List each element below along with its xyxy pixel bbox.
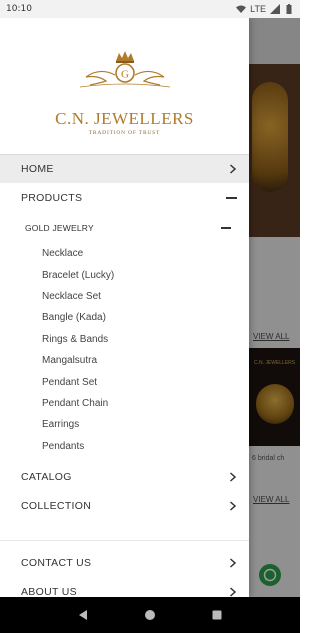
menu-item-home[interactable]: HOME — [0, 154, 249, 183]
network-type: LTE — [250, 4, 266, 14]
nav-back-icon[interactable] — [77, 609, 89, 621]
menu-label: PRODUCTS — [21, 191, 83, 204]
submenu-item-necklace[interactable]: Necklace — [0, 243, 249, 264]
svg-text:G: G — [121, 68, 129, 80]
menu-item-catalog[interactable]: CATALOG — [0, 463, 249, 492]
menu-label: COLLECTION — [21, 500, 92, 513]
status-icons: LTE — [236, 4, 294, 14]
submenu-gold-jewelry[interactable]: GOLD JEWELRY — [0, 212, 249, 243]
signal-icon — [270, 4, 280, 14]
submenu-item-pendant-set[interactable]: Pendant Set — [0, 371, 249, 392]
nav-home-icon[interactable] — [144, 609, 156, 621]
submenu-item-mangalsutra[interactable]: Mangalsutra — [0, 350, 249, 371]
brand-logo-emblem: G — [79, 50, 170, 87]
submenu-item-bracelet[interactable]: Bracelet (Lucky) — [0, 264, 249, 285]
battery-icon — [286, 4, 292, 14]
minus-icon — [221, 226, 231, 229]
submenu-label: GOLD JEWELRY — [25, 222, 94, 233]
submenu-item-necklace-set[interactable]: Necklace Set — [0, 286, 249, 307]
brand-name: C.N. JEWELLERS — [55, 108, 194, 128]
submenu-item-pendant-chain[interactable]: Pendant Chain — [0, 393, 249, 414]
submenu-item-rings-bands[interactable]: Rings & Bands — [0, 329, 249, 350]
system-navigation-bar — [0, 597, 300, 633]
navigation-drawer: G C.N. JEWELLERS TRADITION OF TRUST HOME… — [0, 18, 249, 597]
menu-label: HOME — [21, 163, 54, 175]
brand-logo: G C.N. JEWELLERS TRADITION OF TRUST — [0, 18, 249, 154]
menu-divider — [0, 521, 249, 541]
chevron-right-icon — [230, 164, 237, 174]
menu-item-about-us[interactable]: ABOUT US — [0, 578, 249, 597]
nav-recents-icon[interactable] — [211, 609, 223, 621]
menu-label: ABOUT US — [21, 586, 77, 597]
menu-item-contact-us[interactable]: CONTACT US — [0, 549, 249, 578]
status-bar: 10:10 LTE — [0, 0, 300, 18]
menu-item-collection[interactable]: COLLECTION — [0, 492, 249, 521]
menu-item-products[interactable]: PRODUCTS — [0, 183, 249, 212]
submenu-item-bangle[interactable]: Bangle (Kada) — [0, 307, 249, 328]
submenu-item-pendants[interactable]: Pendants — [0, 436, 249, 457]
wifi-icon — [236, 5, 247, 13]
submenu-item-earrings[interactable]: Earrings — [0, 414, 249, 435]
brand-tagline: TRADITION OF TRUST — [88, 129, 161, 136]
menu-label: CATALOG — [21, 471, 72, 484]
menu-label: CONTACT US — [21, 557, 92, 570]
minus-icon — [226, 196, 237, 199]
chevron-right-icon — [230, 501, 237, 511]
status-time: 10:10 — [6, 4, 32, 14]
chevron-right-icon — [230, 558, 237, 568]
chevron-right-icon — [230, 472, 237, 482]
chevron-right-icon — [230, 587, 237, 597]
